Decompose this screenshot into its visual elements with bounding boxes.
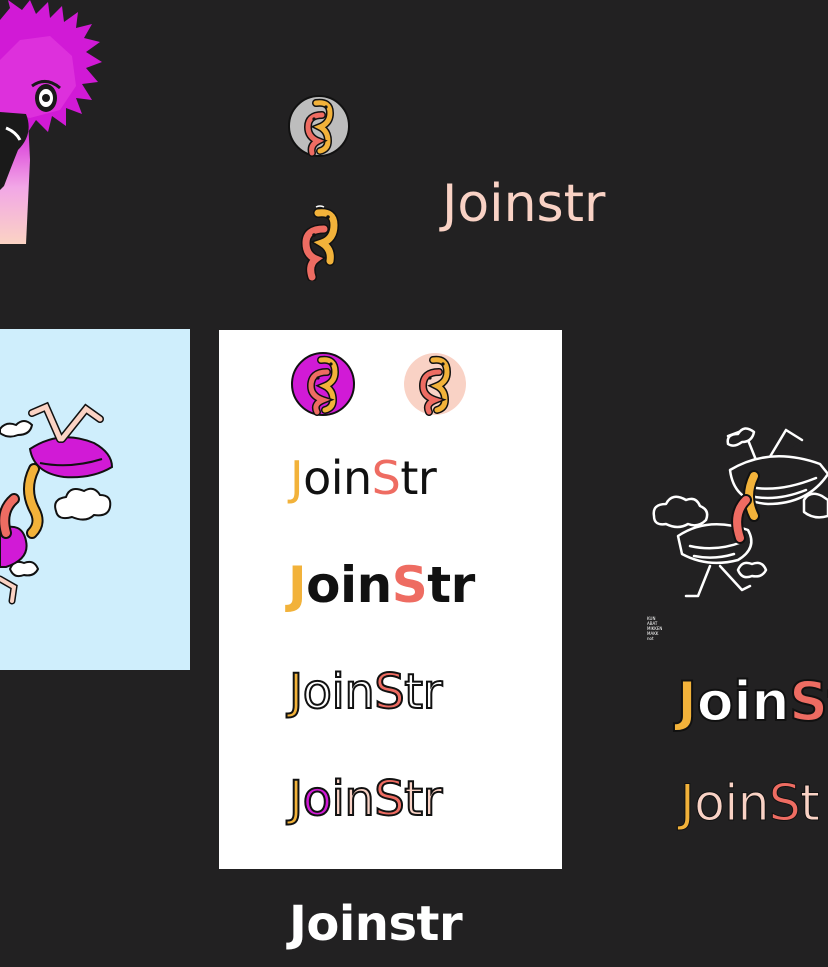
wordmark-bold: JoinStr <box>288 560 475 610</box>
wordmark-right-outline: JoinSt <box>676 674 828 730</box>
wordmark-letters-tr: tr <box>400 451 437 505</box>
flying-ostrich-illustration <box>0 401 114 605</box>
outline-ostrich-illustration <box>652 427 828 598</box>
wordmark-letters-in: in <box>331 771 376 827</box>
wordmark-letters-oin: oin <box>694 774 770 832</box>
sky-illustration-panel <box>0 329 190 670</box>
header-wordmark: Joinstr <box>442 178 605 230</box>
grey-ostrich-badge-icon <box>288 95 350 157</box>
wordmark-letter-o: o <box>302 664 333 720</box>
peach-ostrich-badge-icon <box>404 353 466 416</box>
wordmark-letter-j: J <box>679 774 695 832</box>
wordmark-letters-in: in <box>330 451 372 505</box>
wordmark-letter-s: S <box>768 774 801 832</box>
wordmark-letter-s: S <box>391 556 428 614</box>
wordmark-peach-outline: JoinStr <box>288 774 443 824</box>
header-wordmark-text: Joinstr <box>442 174 606 234</box>
wordmark-letter-j: J <box>290 451 304 505</box>
wordmark-right-peach: JoinSt <box>679 778 820 829</box>
wordmark-outline: JoinStr <box>288 667 443 717</box>
wordmark-white: Joinstr <box>289 900 463 948</box>
wordmark-letter-s: S <box>371 451 401 505</box>
wordmark-letter-j: J <box>288 771 304 827</box>
wordmark-letter-o: o <box>306 556 340 614</box>
wordmark-letter-o: o <box>303 451 331 505</box>
emu-head-icon <box>0 0 102 244</box>
wordmark-letter-s: S <box>373 771 405 827</box>
wordmark-letter-j: J <box>676 670 698 733</box>
wordmark-letter-s: S <box>788 670 828 733</box>
wordmark-letter-j: J <box>288 556 307 614</box>
magenta-ostrich-badge-icon <box>291 352 355 416</box>
wordmark-letters-tr: tr <box>427 556 475 614</box>
wordmark-letters-in: in <box>331 664 376 720</box>
wordmark-letters-oin: oin <box>696 670 791 733</box>
wordmark-letters-tr: tr <box>403 664 443 720</box>
wordmark-letter-o: o <box>302 771 333 827</box>
ostrich-mark-icon <box>300 205 340 281</box>
wordmark-letter-t: t <box>800 774 821 832</box>
tiny-caption: KUN ABAT MIKKEN MAKK not <box>647 616 663 641</box>
wordmark-white-text: Joinstr <box>289 896 463 952</box>
wordmark-letter-j: J <box>288 664 304 720</box>
wordmark-regular: JoinStr <box>290 455 437 501</box>
wordmark-letter-s: S <box>373 664 405 720</box>
wordmark-letters-tr: tr <box>403 771 443 827</box>
wordmark-letters-in: in <box>339 556 392 614</box>
